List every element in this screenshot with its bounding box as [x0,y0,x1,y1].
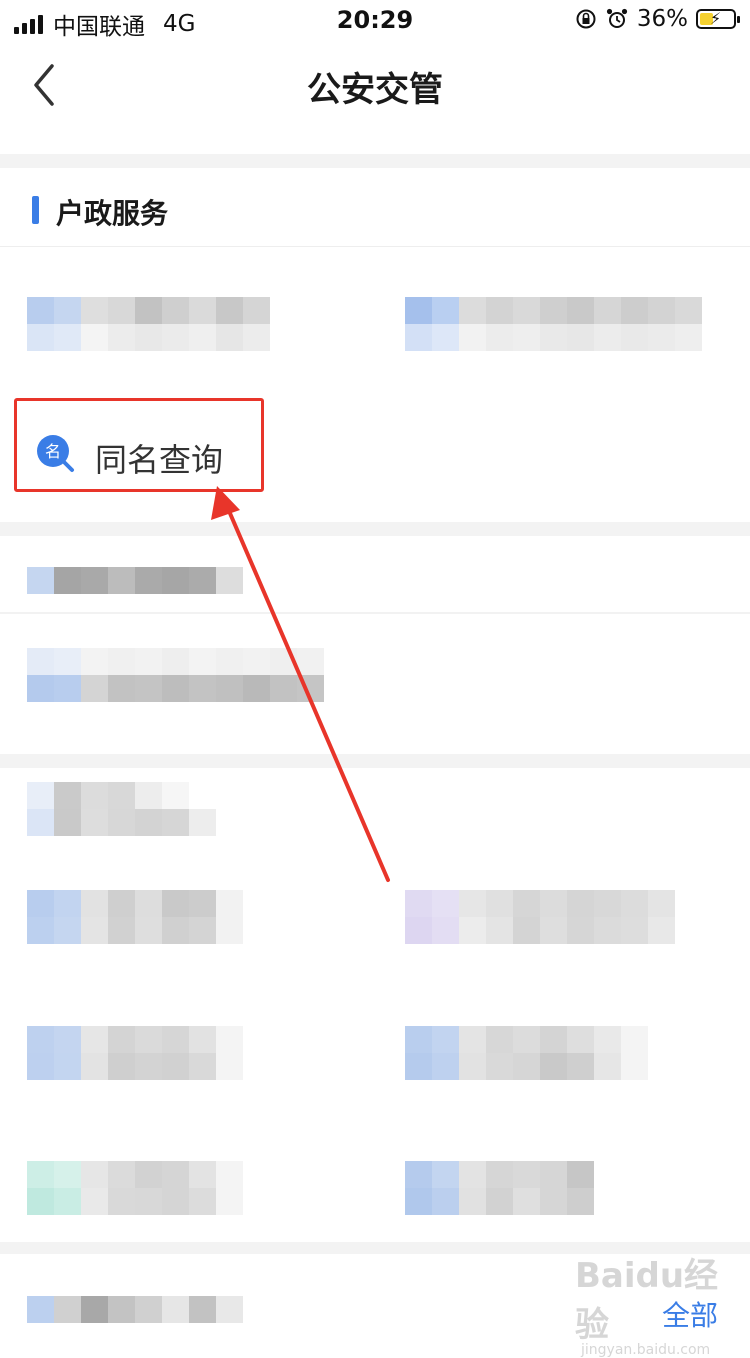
all-services-link[interactable]: 全部 [662,1294,718,1334]
annotation-arrow-icon [211,486,390,882]
watermark-url: jingyan.baidu.com [581,1342,711,1358]
